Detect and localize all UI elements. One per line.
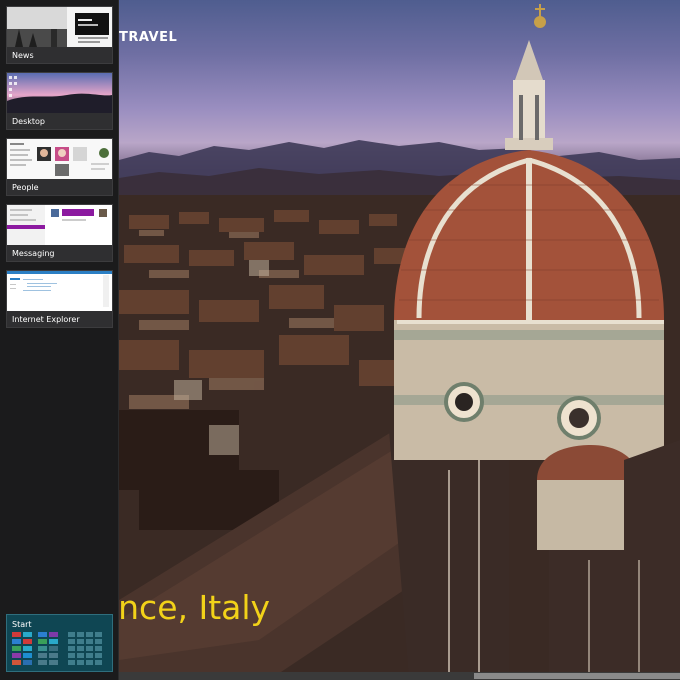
start-button[interactable]: Start (6, 614, 113, 672)
start-label: Start (12, 620, 32, 629)
app-section-title: TRAVEL (119, 30, 178, 45)
app-switcher-panel: News Desktop People Messaging Internet E… (0, 0, 119, 680)
photo-location-caption: rence, Italy (119, 588, 271, 627)
people-thumbnail (7, 139, 112, 179)
switcher-tile-desktop[interactable]: Desktop (6, 72, 113, 130)
travel-app: TRAVEL rence, Italy (119, 0, 680, 680)
tile-label-news: News (12, 51, 34, 60)
florence-cathedral-photo (119, 4, 680, 680)
tile-label-internet-explorer: Internet Explorer (12, 315, 80, 324)
tile-label-desktop: Desktop (12, 117, 45, 126)
tile-label-people: People (12, 183, 39, 192)
switcher-tile-internet-explorer[interactable]: Internet Explorer (6, 270, 113, 328)
tile-label-messaging: Messaging (12, 249, 55, 258)
start-screen-tiles-icon (12, 632, 102, 665)
switcher-tile-people[interactable]: People (6, 138, 113, 196)
messaging-thumbnail (7, 205, 112, 245)
switcher-tile-messaging[interactable]: Messaging (6, 204, 113, 262)
switcher-tile-news[interactable]: News (6, 6, 113, 64)
news-thumbnail (7, 7, 112, 47)
scrollbar-thumb[interactable] (474, 673, 680, 679)
internet-explorer-thumbnail (7, 271, 112, 311)
horizontal-scrollbar[interactable] (119, 672, 680, 680)
desktop-thumbnail (7, 73, 112, 113)
